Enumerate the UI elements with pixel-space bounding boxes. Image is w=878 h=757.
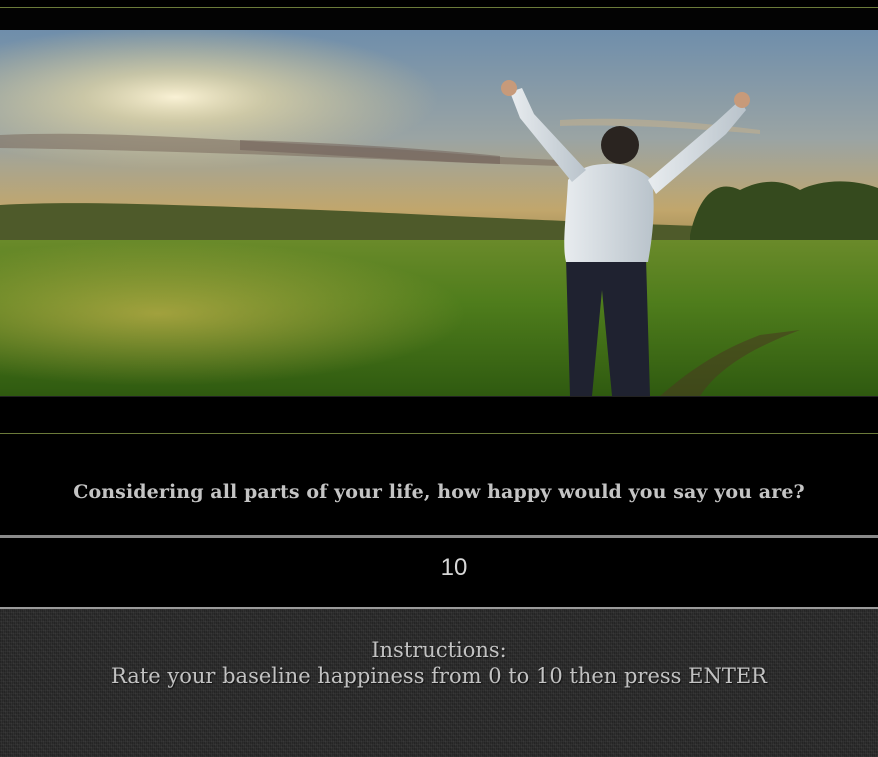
top-band (0, 8, 878, 30)
instructions-panel: Instructions: Rate your baseline happine… (0, 609, 878, 757)
question-panel: Considering all parts of your life, how … (0, 434, 878, 535)
question-text: Considering all parts of your life, how … (73, 480, 805, 503)
happiness-rating-input[interactable] (0, 538, 878, 607)
hero-image (0, 30, 878, 397)
happiness-survey-page: Considering all parts of your life, how … (0, 0, 878, 757)
instructions-heading: Instructions: (371, 638, 507, 662)
instructions-text: Instructions: Rate your baseline happine… (0, 637, 878, 689)
mid-band (0, 397, 878, 434)
instructions-body: Rate your baseline happiness from 0 to 1… (111, 664, 767, 688)
hero-image-illustration (0, 30, 878, 396)
